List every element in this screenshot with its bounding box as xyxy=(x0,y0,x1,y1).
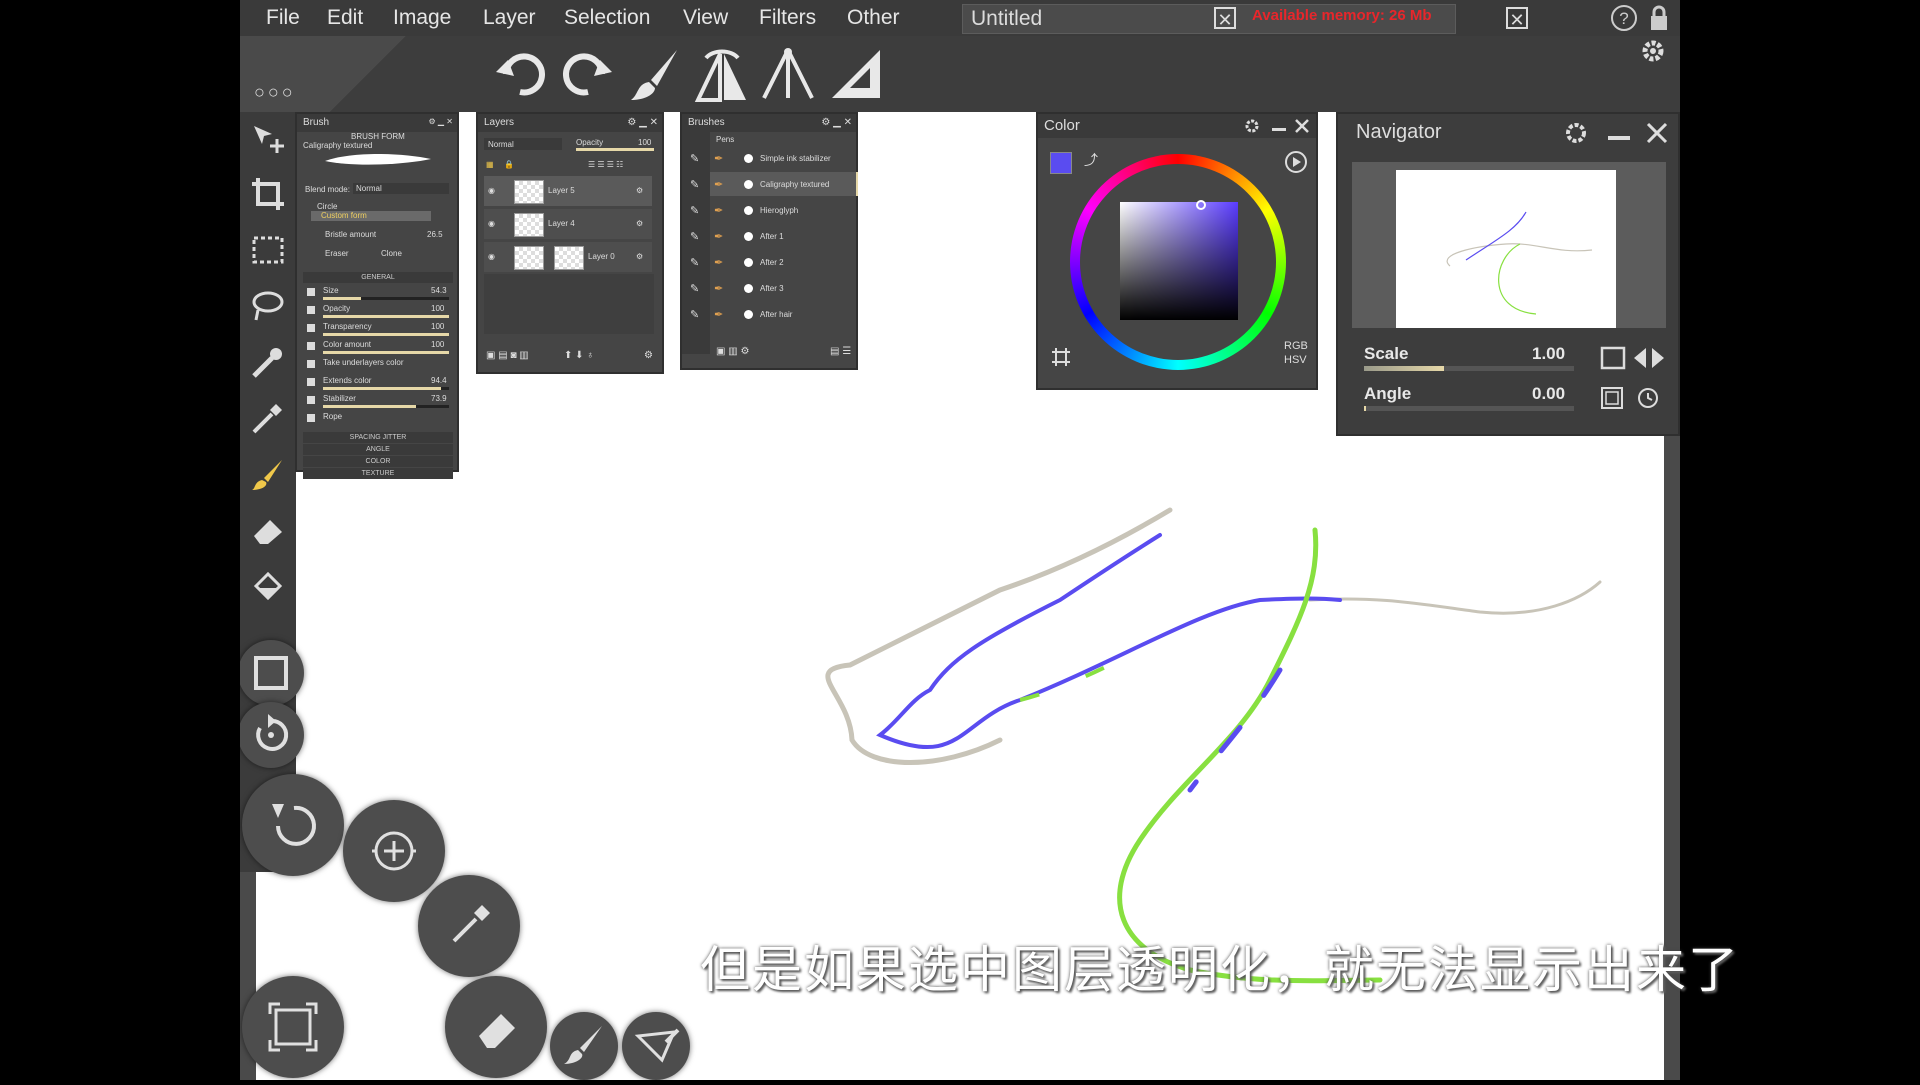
fullscreen-float-button[interactable] xyxy=(242,976,344,1078)
stroke-grey-right xyxy=(1308,580,1602,615)
smudge-float-icon xyxy=(634,1028,680,1063)
smudge-float-button[interactable] xyxy=(622,1012,690,1080)
video-subtitle: 但是如果选中图层透明化，就无法显示出来了 xyxy=(700,942,1740,998)
eyedropper-float-icon xyxy=(452,905,490,943)
fullscreen-icon xyxy=(268,1002,318,1052)
eraser-float-icon xyxy=(479,1014,515,1048)
undo-float-icon xyxy=(272,804,316,846)
stroke-blue xyxy=(876,533,1342,750)
eraser-float-button[interactable] xyxy=(445,976,547,1078)
stroke-blue-overlap xyxy=(1187,667,1283,793)
brush-float-icon xyxy=(564,1026,602,1064)
eyedropper-float-button[interactable] xyxy=(418,875,520,977)
brush-float-button[interactable] xyxy=(550,1012,618,1080)
undo-float-button[interactable] xyxy=(242,774,344,876)
stroke-grey xyxy=(825,507,1173,765)
